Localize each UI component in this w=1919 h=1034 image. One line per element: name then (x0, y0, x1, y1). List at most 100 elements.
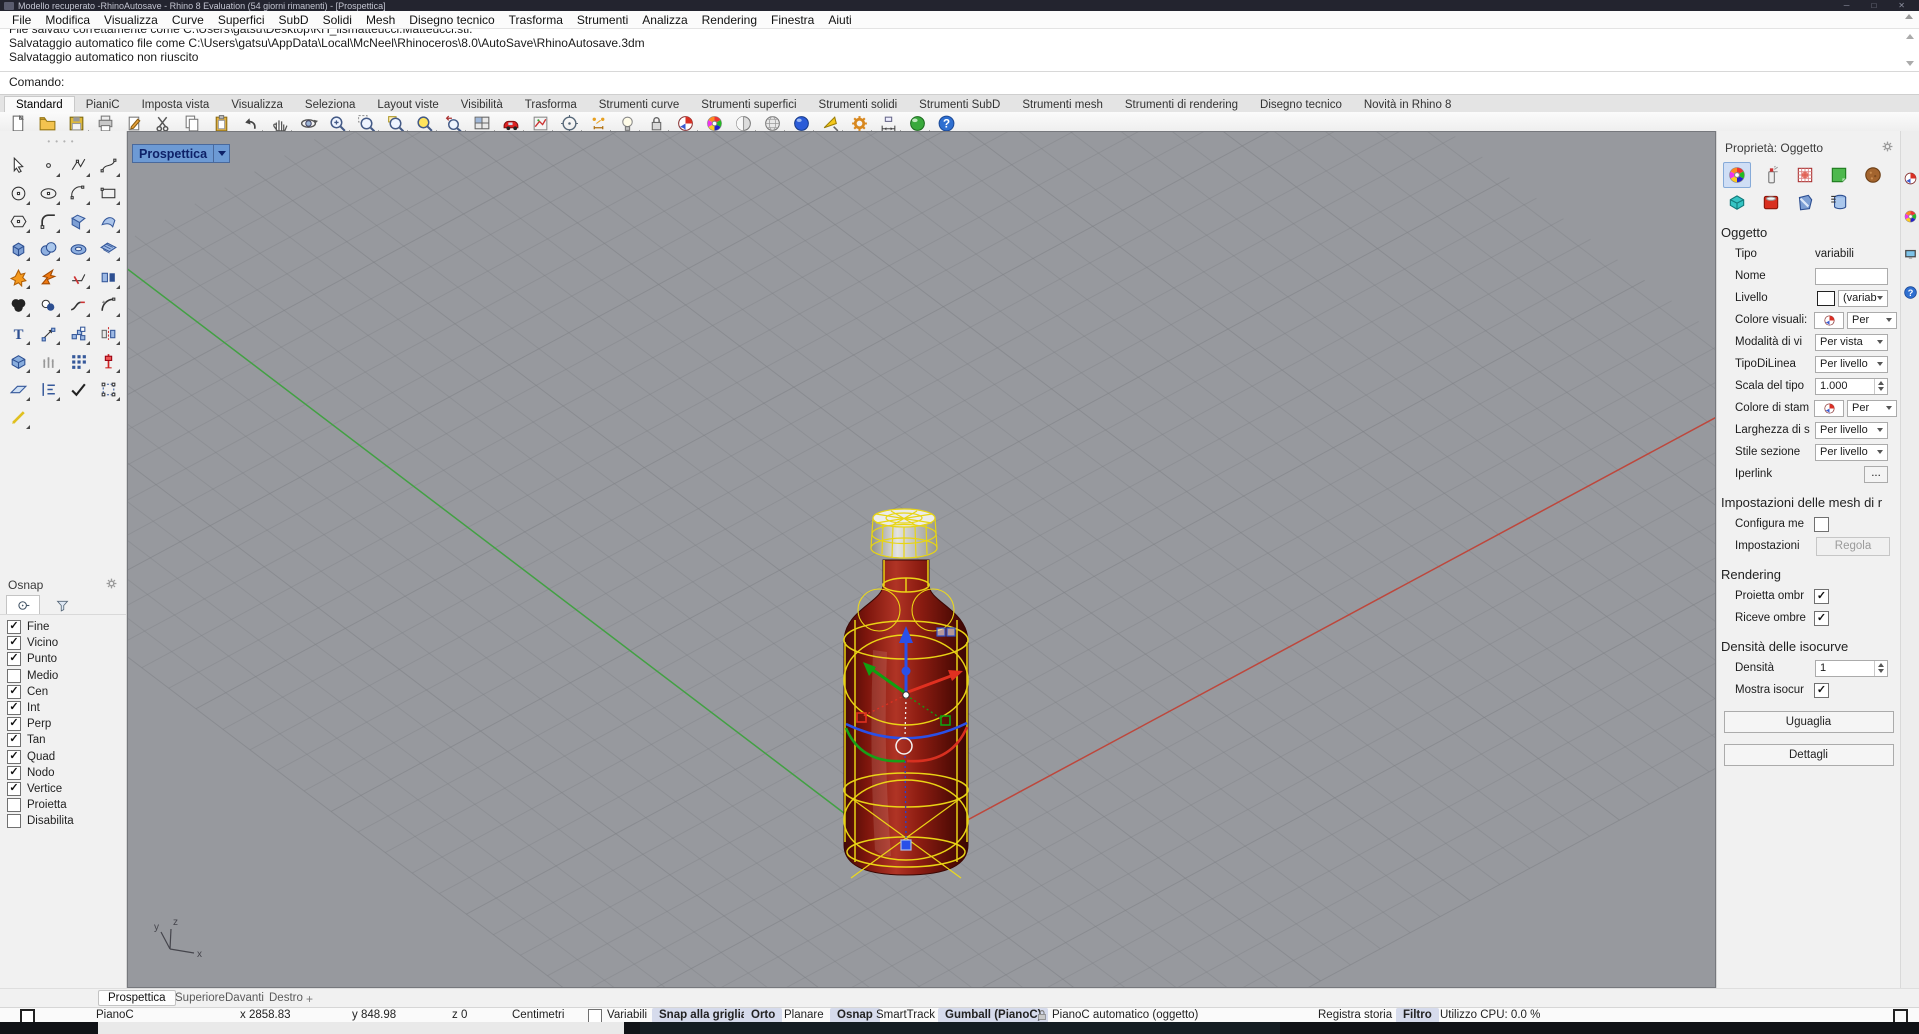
osnap-checkbox-vicino[interactable]: ✓ (7, 636, 21, 650)
gear-icon[interactable] (105, 577, 118, 593)
boolean-difference-tool-button[interactable] (36, 293, 61, 318)
osnap-checkbox-punto[interactable]: ✓ (7, 652, 21, 666)
menu-solidi[interactable]: Solidi (316, 13, 359, 27)
adjustable-arc-tool-button[interactable] (96, 293, 121, 318)
osnap-checkbox-cen[interactable]: ✓ (7, 685, 21, 699)
tab-strumenti-subd[interactable]: Strumenti SubD (908, 97, 1011, 112)
tab-disegno-tecnico[interactable]: Disegno tecnico (1249, 97, 1353, 112)
status-toggle-orto[interactable]: Orto (744, 1008, 782, 1023)
prop-dropdown-larghezza-di-s[interactable]: Per livello (1815, 422, 1888, 439)
curve-tool-button[interactable] (96, 153, 121, 178)
bottle-3d-model[interactable] (821, 490, 1021, 900)
plane-surface-tool-button[interactable] (6, 377, 31, 402)
tab-strumenti-curve[interactable]: Strumenti curve (588, 97, 691, 112)
status-toggle-planare[interactable]: Planare (784, 1008, 824, 1023)
display-color-icon[interactable] (1814, 400, 1844, 417)
polygon-tool-button[interactable] (6, 209, 31, 234)
osnap-snaps-tab[interactable] (6, 595, 40, 614)
uguaglia-button[interactable]: Uguaglia (1724, 711, 1894, 733)
object-properties-tab[interactable] (1723, 162, 1751, 188)
prop-button-iperlink[interactable]: ... (1864, 466, 1888, 483)
command-prompt[interactable]: Comando: (0, 72, 1919, 95)
torus-tool-button[interactable] (66, 237, 91, 262)
point-tool-button[interactable] (36, 153, 61, 178)
prop-dropdown-colore-di-stam[interactable]: Per (1847, 400, 1897, 417)
close-icon[interactable]: ✕ (1898, 1, 1905, 11)
copy-objects-tool-button[interactable] (66, 321, 91, 346)
prop-checkbox-riceve-ombre[interactable]: ✓ (1814, 611, 1829, 626)
texture-mapping-tab[interactable] (1791, 162, 1819, 188)
tab-layout-viste[interactable]: Layout viste (366, 97, 449, 112)
rectangular-array-tool-button[interactable] (66, 349, 91, 374)
extrude-surface-tool-button[interactable] (96, 237, 121, 262)
blend-curves-tool-button[interactable] (66, 293, 91, 318)
osnap-checkbox-disabilita[interactable] (7, 814, 21, 828)
osnap-checkbox-medio[interactable] (7, 669, 21, 683)
properties-tab[interactable] (1903, 171, 1918, 191)
prop-spinner-densit[interactable]: 1 (1815, 660, 1888, 677)
split-tool-button[interactable] (96, 265, 121, 290)
osnap-checkbox-tan[interactable]: ✓ (7, 733, 21, 747)
prop-input-nome[interactable] (1815, 268, 1888, 285)
menu-rendering[interactable]: Rendering (695, 13, 764, 27)
move-tool-button[interactable] (36, 321, 61, 346)
tab-standard[interactable]: Standard (4, 96, 75, 112)
menu-finestra[interactable]: Finestra (764, 13, 821, 27)
color-swatch[interactable] (1817, 291, 1835, 306)
status-x-2858-83[interactable]: x 2858.83 (240, 1008, 291, 1023)
polyline-tool-button[interactable] (66, 153, 91, 178)
command-history[interactable]: File salvato correttamente come C:\Users… (0, 29, 1919, 72)
menu-analizza[interactable]: Analizza (635, 13, 694, 27)
tab-imposta-vista[interactable]: Imposta vista (131, 97, 221, 112)
minimize-icon[interactable]: ─ (1844, 1, 1850, 11)
tab-strumenti-mesh[interactable]: Strumenti mesh (1011, 97, 1114, 112)
section-tool-button[interactable] (96, 349, 121, 374)
menu-curve[interactable]: Curve (165, 13, 211, 27)
edge-softening-tab[interactable] (1757, 189, 1785, 215)
box-tool-button[interactable] (6, 237, 31, 262)
surface-corner-points-tool-button[interactable] (66, 209, 91, 234)
tab-trasforma[interactable]: Trasforma (514, 97, 588, 112)
menu-subd[interactable]: SubD (272, 13, 316, 27)
status-pianoc[interactable]: PianoC (96, 1008, 134, 1023)
explode-tool-button[interactable] (6, 265, 31, 290)
menu-scroll-icon[interactable] (1905, 14, 1913, 19)
smash-tool-button[interactable] (36, 265, 61, 290)
select-tool-button[interactable] (6, 153, 31, 178)
prop-checkbox-configura-me[interactable] (1814, 517, 1829, 532)
tab-pianic[interactable]: PianiC (75, 97, 131, 112)
rectangle-tool-button[interactable] (96, 181, 121, 206)
fillet-curves-tool-button[interactable] (36, 209, 61, 234)
status-centimetri[interactable]: Centimetri (512, 1008, 564, 1023)
status-z-0[interactable]: z 0 (452, 1008, 467, 1023)
prop-checkbox-mostra-isocur[interactable]: ✓ (1814, 683, 1829, 698)
menu-visualizza[interactable]: Visualizza (97, 13, 165, 27)
menu-aiuti[interactable]: Aiuti (821, 13, 858, 27)
osnap-checkbox-fine[interactable]: ✓ (7, 620, 21, 634)
osnap-checkbox-proietta[interactable] (7, 798, 21, 812)
spinner-arrows-icon[interactable] (1874, 379, 1887, 394)
status-toggle-registra-storia[interactable]: Registra storia (1318, 1008, 1392, 1023)
dettagli-button[interactable]: Dettagli (1724, 744, 1894, 766)
osnap-filter-tab[interactable] (46, 596, 78, 614)
spinner-arrows-icon[interactable] (1874, 661, 1887, 676)
display-tab[interactable] (1903, 209, 1918, 229)
material-tab[interactable] (1757, 162, 1785, 188)
attribute-user-text-tab[interactable] (1825, 189, 1853, 215)
tab-visualizza[interactable]: Visualizza (220, 97, 294, 112)
cage-edit-tool-button[interactable] (96, 377, 121, 402)
menu-modifica[interactable]: Modifica (38, 13, 97, 27)
tab-seleziona[interactable]: Seleziona (294, 97, 367, 112)
tab-strumenti-superfici[interactable]: Strumenti superfici (690, 97, 807, 112)
status-toggle-smarttrack[interactable]: SmartTrack (876, 1008, 935, 1023)
gear-icon[interactable] (1881, 140, 1894, 156)
menu-file[interactable]: File (5, 13, 38, 27)
status-toggle-snap-alla-griglia[interactable]: Snap alla griglia (652, 1008, 754, 1023)
menu-trasforma[interactable]: Trasforma (502, 13, 570, 27)
hatch-tool-button[interactable] (6, 405, 31, 430)
viewport-tab-prospettica[interactable]: Prospettica (98, 990, 176, 1006)
status-toggle-filtro[interactable]: Filtro (1396, 1008, 1439, 1023)
scroll-up-icon[interactable] (1906, 34, 1914, 39)
ellipse-tool-button[interactable] (36, 181, 61, 206)
decals-tab[interactable] (1825, 162, 1853, 188)
